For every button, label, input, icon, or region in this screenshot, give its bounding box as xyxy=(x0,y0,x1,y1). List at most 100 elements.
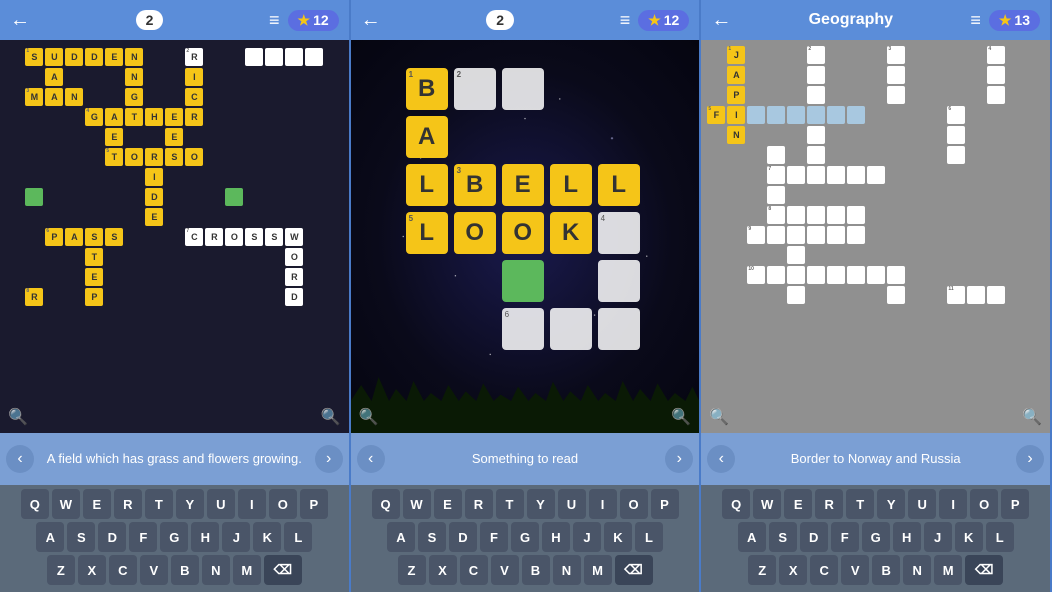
key2-R[interactable]: R xyxy=(465,489,493,519)
cell[interactable]: N xyxy=(125,48,143,66)
key2-F[interactable]: F xyxy=(480,522,508,552)
cell[interactable]: O xyxy=(285,248,303,266)
key2-J[interactable]: J xyxy=(573,522,601,552)
key-Z[interactable]: Z xyxy=(47,555,75,585)
cell[interactable]: S xyxy=(245,228,263,246)
key2-M[interactable]: M xyxy=(584,555,612,585)
menu-icon-3[interactable]: ≡ xyxy=(970,10,981,31)
key-B[interactable]: B xyxy=(171,555,199,585)
tile-L4[interactable]: 5L xyxy=(406,212,448,254)
tile-O[interactable]: O xyxy=(454,212,496,254)
key3-A[interactable]: A xyxy=(738,522,766,552)
key-Y[interactable]: Y xyxy=(176,489,204,519)
key-P[interactable]: P xyxy=(300,489,328,519)
key2-K[interactable]: K xyxy=(604,522,632,552)
cell[interactable]: I xyxy=(145,168,163,186)
gcell[interactable] xyxy=(807,106,825,124)
tile-O2[interactable]: O xyxy=(502,212,544,254)
key2-Z[interactable]: Z xyxy=(398,555,426,585)
cell[interactable] xyxy=(305,48,323,66)
gcell[interactable] xyxy=(787,266,805,284)
key2-backspace[interactable]: ⌫ xyxy=(615,555,653,585)
key2-D[interactable]: D xyxy=(449,522,477,552)
key2-Q[interactable]: Q xyxy=(372,489,400,519)
key2-X[interactable]: X xyxy=(429,555,457,585)
tile-blank1[interactable] xyxy=(502,68,544,110)
cell[interactable]: A xyxy=(65,228,83,246)
gcell[interactable] xyxy=(807,86,825,104)
zoom-in-icon-1[interactable]: 🔍 xyxy=(321,407,341,427)
key2-C[interactable]: C xyxy=(460,555,488,585)
key3-N[interactable]: N xyxy=(903,555,931,585)
tile-L3[interactable]: L xyxy=(598,164,640,206)
key3-T[interactable]: T xyxy=(846,489,874,519)
gcell[interactable] xyxy=(847,206,865,224)
key2-O[interactable]: O xyxy=(620,489,648,519)
gcell[interactable] xyxy=(827,166,845,184)
gcell[interactable]: A xyxy=(727,66,745,84)
cell[interactable] xyxy=(25,188,43,206)
back-button-2[interactable]: ← xyxy=(361,9,381,32)
key2-L[interactable]: L xyxy=(635,522,663,552)
key2-Y[interactable]: Y xyxy=(527,489,555,519)
tile-L[interactable]: L xyxy=(406,164,448,206)
tile-L2[interactable]: L xyxy=(550,164,592,206)
gcell[interactable] xyxy=(767,266,785,284)
zoom-out-icon-1[interactable]: 🔍 xyxy=(8,407,28,427)
key3-U[interactable]: U xyxy=(908,489,936,519)
key-V[interactable]: V xyxy=(140,555,168,585)
gcell[interactable] xyxy=(807,126,825,144)
cell[interactable]: D xyxy=(65,48,83,66)
cell[interactable]: S xyxy=(85,228,103,246)
cell[interactable]: R xyxy=(205,228,223,246)
cell[interactable]: R xyxy=(145,148,163,166)
key2-S[interactable]: S xyxy=(418,522,446,552)
key-L[interactable]: L xyxy=(284,522,312,552)
gcell[interactable]: 3 xyxy=(887,46,905,64)
tile-green[interactable] xyxy=(502,260,544,302)
key2-P[interactable]: P xyxy=(651,489,679,519)
key3-L[interactable]: L xyxy=(986,522,1014,552)
gcell[interactable]: 9 xyxy=(747,226,765,244)
gcell[interactable]: 11 xyxy=(947,286,965,304)
gcell[interactable] xyxy=(787,166,805,184)
gcell[interactable] xyxy=(987,286,1005,304)
key3-X[interactable]: X xyxy=(779,555,807,585)
cell[interactable]: 8R xyxy=(25,288,43,306)
cell[interactable]: E xyxy=(85,268,103,286)
key2-G[interactable]: G xyxy=(511,522,539,552)
key3-S[interactable]: S xyxy=(769,522,797,552)
tile-4[interactable]: 4 xyxy=(598,212,640,254)
cell[interactable]: A xyxy=(45,68,63,86)
cell[interactable]: O xyxy=(125,148,143,166)
cell[interactable]: C xyxy=(185,88,203,106)
tile-B[interactable]: 1B xyxy=(406,68,448,110)
key2-V[interactable]: V xyxy=(491,555,519,585)
gcell[interactable] xyxy=(867,166,885,184)
gcell[interactable]: 8 xyxy=(767,206,785,224)
key2-I[interactable]: I xyxy=(589,489,617,519)
cell[interactable]: E xyxy=(105,48,123,66)
key3-J[interactable]: J xyxy=(924,522,952,552)
cell[interactable]: E xyxy=(105,128,123,146)
key3-Y[interactable]: Y xyxy=(877,489,905,519)
menu-icon-1[interactable]: ≡ xyxy=(269,10,280,31)
cell[interactable]: A xyxy=(45,88,63,106)
key3-M[interactable]: M xyxy=(934,555,962,585)
tile-B2[interactable]: 3B xyxy=(454,164,496,206)
key3-R[interactable]: R xyxy=(815,489,843,519)
key-T[interactable]: T xyxy=(145,489,173,519)
cell[interactable]: A xyxy=(105,108,123,126)
tile-6[interactable]: 6 xyxy=(502,308,544,350)
key-W[interactable]: W xyxy=(52,489,80,519)
key-Q[interactable]: Q xyxy=(21,489,49,519)
menu-icon-2[interactable]: ≡ xyxy=(620,10,631,31)
key-O[interactable]: O xyxy=(269,489,297,519)
cell[interactable]: P xyxy=(85,288,103,306)
key-A[interactable]: A xyxy=(36,522,64,552)
gcell[interactable] xyxy=(767,146,785,164)
key3-Q[interactable]: Q xyxy=(722,489,750,519)
key-G[interactable]: G xyxy=(160,522,188,552)
cell[interactable]: D xyxy=(85,48,103,66)
clue-prev-btn-3[interactable]: ‹ xyxy=(707,445,735,473)
